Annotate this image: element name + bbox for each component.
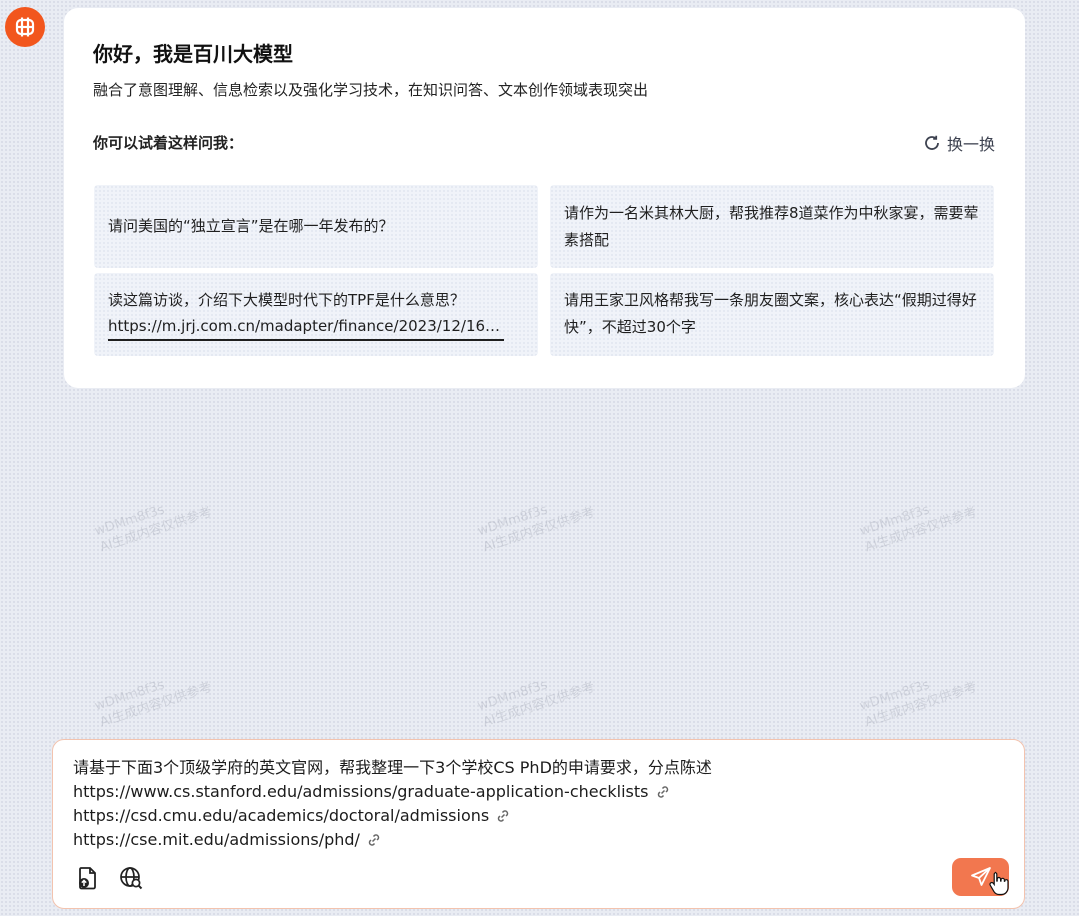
hand-cursor-icon	[988, 870, 1010, 900]
welcome-card: 你好，我是百川大模型 融合了意图理解、信息检索以及强化学习技术，在知识问答、文本…	[64, 8, 1025, 388]
input-url: https://cse.mit.edu/admissions/phd/	[73, 830, 360, 849]
suggestion-link[interactable]: https://m.jrj.com.cn/madapter/finance/20…	[108, 314, 504, 341]
file-upload-button[interactable]	[73, 864, 101, 892]
baichuan-logo-icon[interactable]	[5, 7, 45, 47]
link-icon	[498, 810, 509, 822]
suggestion-card[interactable]: 读这篇访谈，介绍下大模型时代下的TPF是什么意思？ https://m.jrj.…	[94, 273, 538, 356]
input-url: https://www.cs.stanford.edu/admissions/g…	[73, 782, 649, 801]
link-icon	[368, 834, 380, 846]
suggestion-text: 读这篇访谈，介绍下大模型时代下的TPF是什么意思？	[108, 291, 465, 309]
file-upload-icon	[79, 867, 96, 890]
refresh-icon	[925, 135, 939, 150]
suggestion-text: 请问美国的“独立宣言”是在哪一年发布的？	[108, 217, 394, 235]
input-url-line: https://csd.cmu.edu/academics/doctoral/a…	[73, 804, 712, 828]
welcome-title: 你好，我是百川大模型	[93, 42, 293, 66]
input-line: 请基于下面3个顶级学府的英文官网，帮我整理一下3个学校CS PhD的申请要求，分…	[73, 758, 712, 777]
refresh-label: 换一换	[946, 135, 995, 154]
suggestion-card[interactable]: 请作为一名米其林大厨，帮我推荐8道菜作为中秋家宴，需要荤素搭配	[550, 185, 994, 268]
suggestion-text: 请用王家卫风格帮我写一条朋友圈文案，核心表达“假期过得好快”，不超过30个字	[564, 291, 977, 336]
suggestion-text: 请作为一名米其林大厨，帮我推荐8道菜作为中秋家宴，需要荤素搭配	[564, 203, 979, 249]
welcome-subtitle: 融合了意图理解、信息检索以及强化学习技术，在知识问答、文本创作领域表现突出	[93, 81, 649, 99]
chat-input-text[interactable]: 请基于下面3个顶级学府的英文官网，帮我整理一下3个学校CS PhD的申请要求，分…	[73, 756, 712, 852]
link-icon	[657, 786, 668, 798]
suggestion-card[interactable]: 请用王家卫风格帮我写一条朋友圈文案，核心表达“假期过得好快”，不超过30个字	[550, 273, 994, 356]
input-url-line: https://www.cs.stanford.edu/admissions/g…	[73, 780, 712, 804]
web-search-icon	[120, 867, 143, 890]
web-search-button[interactable]	[117, 864, 145, 892]
refresh-suggestions-button[interactable]: 换一换	[923, 131, 995, 155]
input-url: https://csd.cmu.edu/academics/doctoral/a…	[73, 806, 490, 825]
suggestion-card[interactable]: 请问美国的“独立宣言”是在哪一年发布的？	[94, 185, 538, 268]
input-url-line: https://cse.mit.edu/admissions/phd/	[73, 828, 712, 852]
try-label: 你可以试着这样问我：	[93, 134, 244, 152]
chat-input-box[interactable]: 请基于下面3个顶级学府的英文官网，帮我整理一下3个学校CS PhD的申请要求，分…	[52, 739, 1025, 909]
